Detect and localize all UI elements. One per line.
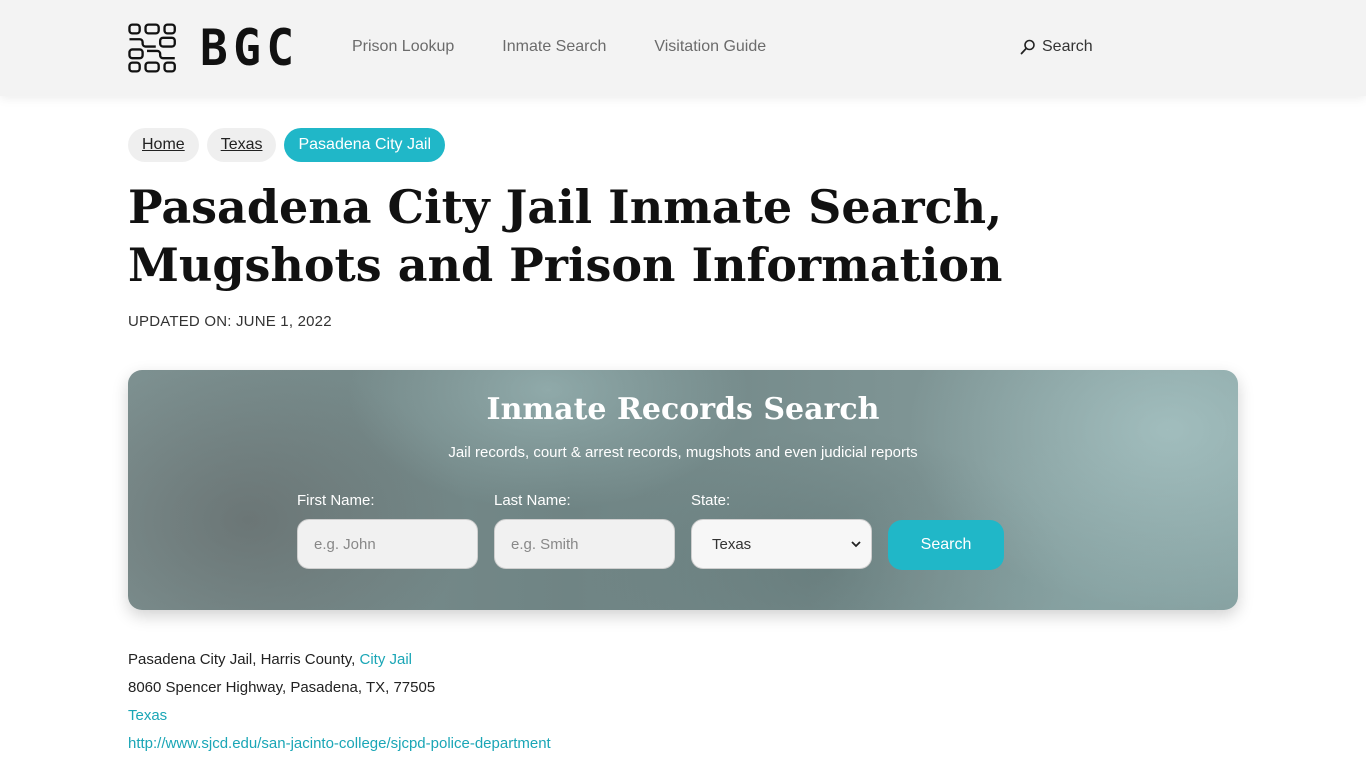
logo-grid-icon (128, 23, 176, 73)
state-select[interactable]: Texas (691, 519, 872, 569)
search-card-subtitle: Jail records, court & arrest records, mu… (448, 444, 918, 461)
breadcrumb-current: Pasadena City Jail (284, 128, 445, 162)
first-name-group: First Name: (297, 492, 478, 569)
search-submit-button[interactable]: Search (888, 520, 1004, 570)
header-search-label: Search (1042, 38, 1093, 55)
site-logo[interactable]: BGC (128, 14, 308, 82)
facility-line: Pasadena City Jail, Harris County, City … (128, 646, 551, 674)
facility-type-link[interactable]: City Jail (360, 651, 413, 668)
inmate-search-card: Inmate Records Search Jail records, cour… (128, 370, 1238, 610)
first-name-input[interactable] (297, 519, 478, 569)
state-link[interactable]: Texas (128, 707, 167, 724)
state-select-value: Texas (712, 535, 752, 553)
search-icon (1020, 39, 1035, 55)
last-name-input[interactable] (494, 519, 675, 569)
main-nav: Prison Lookup Inmate Search Visitation G… (352, 38, 766, 56)
state-label: State: (691, 492, 731, 509)
facility-address: 8060 Spencer Highway, Pasadena, TX, 7750… (128, 679, 436, 696)
nav-prison-lookup[interactable]: Prison Lookup (352, 38, 454, 56)
breadcrumb: Home Texas Pasadena City Jail (128, 128, 445, 162)
page-title: Pasadena City Jail Inmate Search, Mugsho… (128, 180, 1003, 292)
header-search-button[interactable]: Search (1020, 38, 1093, 56)
updated-date: UPDATED ON: JUNE 1, 2022 (128, 313, 332, 330)
first-name-label: First Name: (297, 492, 375, 509)
last-name-group: Last Name: (494, 492, 675, 569)
nav-inmate-search[interactable]: Inmate Search (502, 38, 606, 56)
state-group: State: Texas (691, 492, 872, 569)
breadcrumb-home[interactable]: Home (128, 128, 199, 162)
last-name-label: Last Name: (494, 492, 571, 509)
logo-text: BGC (199, 19, 300, 77)
site-header: BGC Prison Lookup Inmate Search Visitati… (0, 0, 1366, 96)
facility-website-link[interactable]: http://www.sjcd.edu/san-jacinto-college/… (128, 735, 551, 752)
chevron-down-icon (851, 541, 861, 548)
facility-name: Pasadena City Jail, Harris County, (128, 651, 356, 668)
facility-info: Pasadena City Jail, Harris County, City … (128, 646, 551, 758)
nav-visitation-guide[interactable]: Visitation Guide (654, 38, 766, 56)
breadcrumb-texas[interactable]: Texas (206, 128, 277, 162)
search-card-title: Inmate Records Search (486, 392, 880, 427)
